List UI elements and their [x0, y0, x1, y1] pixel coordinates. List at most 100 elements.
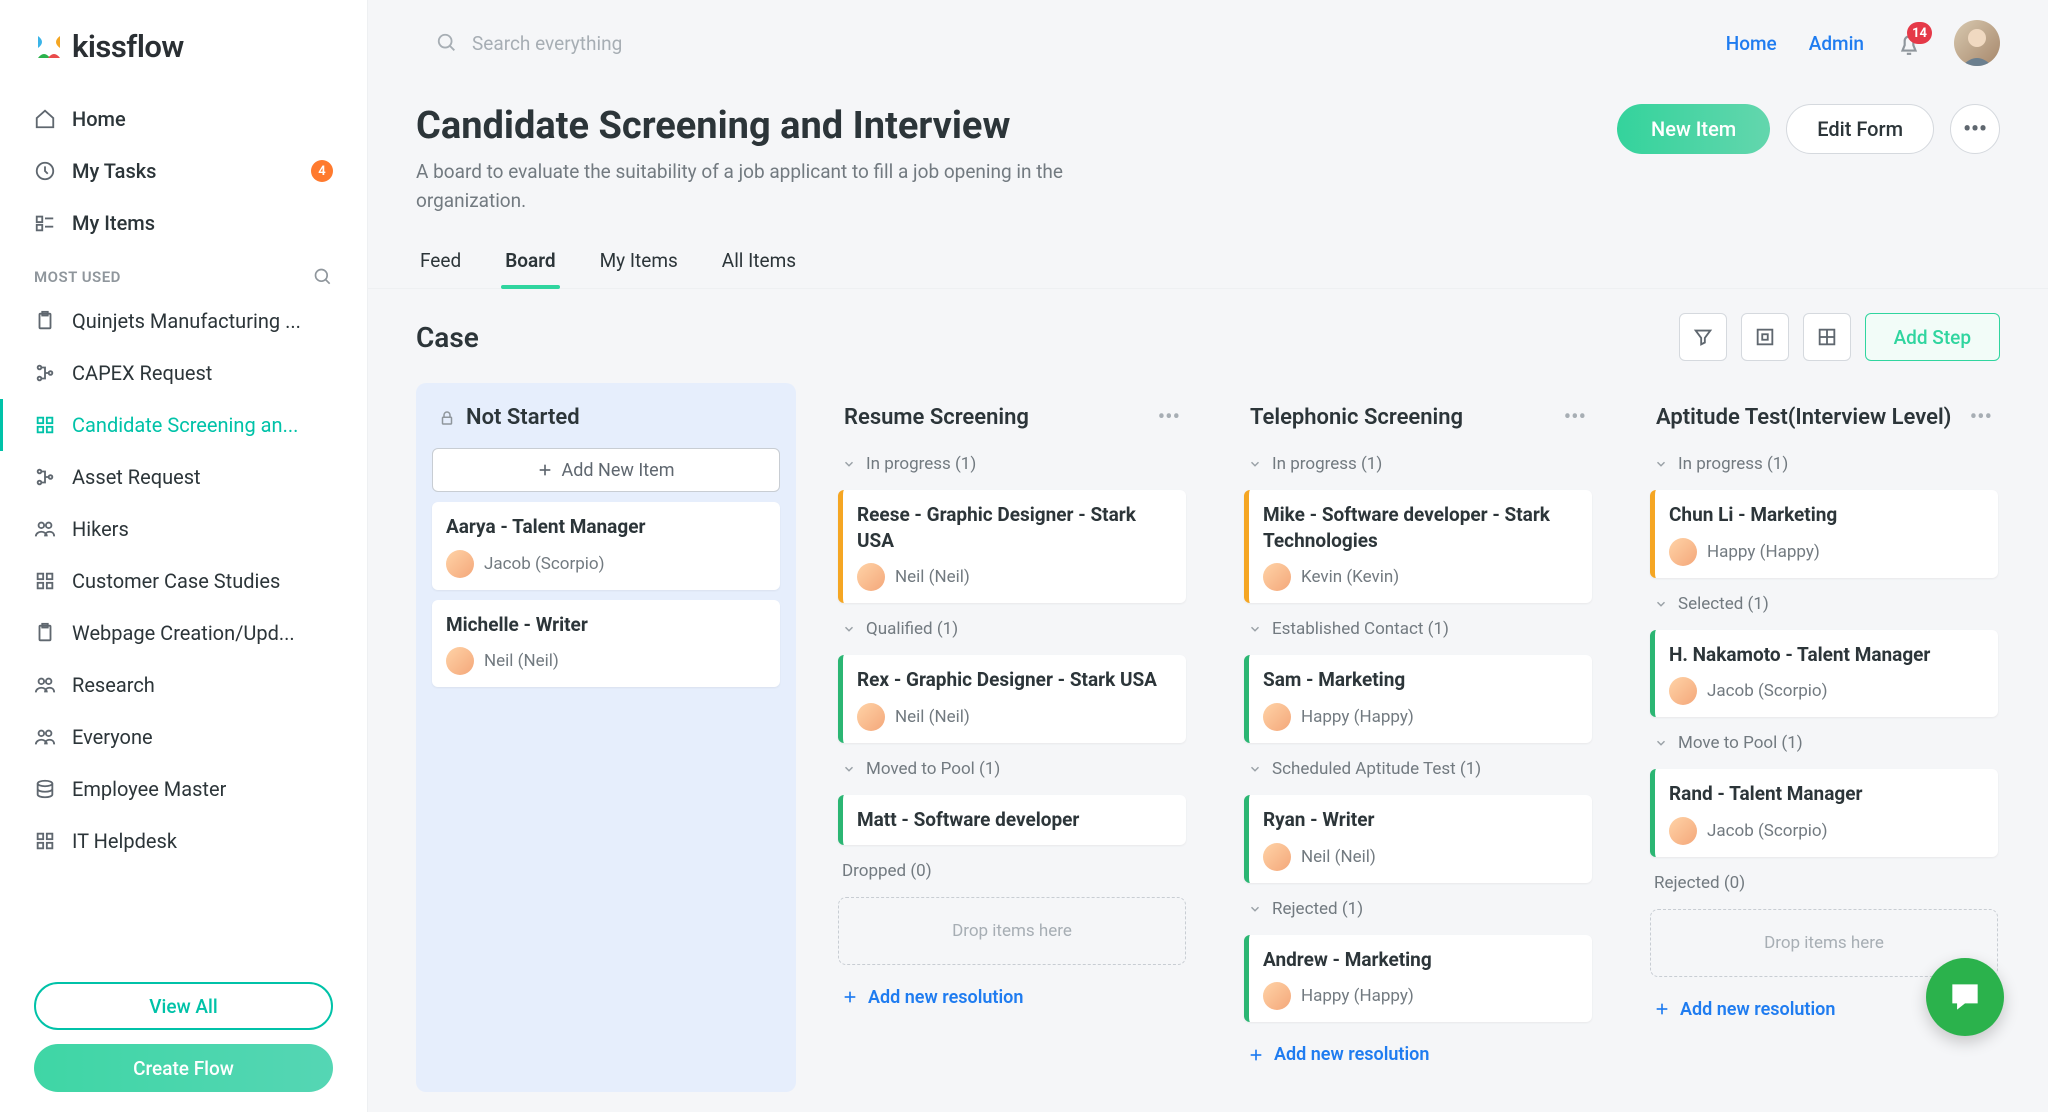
search-box[interactable]: [416, 18, 1206, 68]
assignee-name: Neil (Neil): [1301, 847, 1376, 867]
board-card[interactable]: Michelle - Writer Neil (Neil): [432, 600, 780, 688]
chevron-down-icon: [1248, 457, 1262, 471]
app-icon: [34, 518, 56, 540]
app-icon: [34, 622, 56, 644]
top-link-admin[interactable]: Admin: [1809, 32, 1864, 55]
notifications-button[interactable]: 14: [1896, 30, 1922, 56]
group-header[interactable]: Selected (1): [1650, 588, 1998, 620]
edit-form-button[interactable]: Edit Form: [1786, 104, 1934, 154]
column-menu[interactable]: •••: [1158, 405, 1180, 430]
sidebar-item[interactable]: Hikers: [0, 503, 367, 555]
add-resolution-button[interactable]: Add new resolution: [838, 981, 1186, 1014]
chevron-down-icon: [1248, 762, 1262, 776]
board-card[interactable]: Rand - Talent Manager Jacob (Scorpio): [1650, 769, 1998, 857]
sidebar-item[interactable]: Quinjets Manufacturing ...: [0, 295, 367, 347]
card-title: Andrew - Marketing: [1263, 947, 1578, 973]
sidebar-item[interactable]: Everyone: [0, 711, 367, 763]
assignee-name: Neil (Neil): [895, 707, 970, 727]
assignee-avatar: [1263, 563, 1291, 591]
assignee-name: Jacob (Scorpio): [1707, 821, 1828, 841]
chevron-down-icon: [1654, 457, 1668, 471]
board-card[interactable]: Aarya - Talent Manager Jacob (Scorpio): [432, 502, 780, 590]
assignee-avatar: [857, 563, 885, 591]
tab-feed[interactable]: Feed: [416, 239, 465, 288]
new-item-button[interactable]: New Item: [1617, 104, 1770, 154]
drop-zone[interactable]: Drop items here: [838, 897, 1186, 965]
sidebar-item[interactable]: Webpage Creation/Upd...: [0, 607, 367, 659]
chevron-down-icon: [1248, 622, 1262, 636]
more-actions-button[interactable]: •••: [1950, 104, 2000, 154]
app-icon: [34, 830, 56, 852]
board-card[interactable]: Reese - Graphic Designer - Stark USA Nei…: [838, 490, 1186, 603]
group-header[interactable]: Move to Pool (1): [1650, 727, 1998, 759]
nav-item-my-items[interactable]: My Items: [0, 197, 367, 249]
user-avatar[interactable]: [1954, 20, 2000, 66]
chat-icon: [1946, 978, 1984, 1016]
main-content: Home Admin 14 Candidate Screening and In…: [368, 0, 2048, 1112]
nav-item-my-tasks[interactable]: My Tasks 4: [0, 145, 367, 197]
sidebar-item[interactable]: Asset Request: [0, 451, 367, 503]
sidebar-item[interactable]: Candidate Screening an...: [0, 399, 367, 451]
group-header[interactable]: In progress (1): [1650, 448, 1998, 480]
brand-logo[interactable]: kissflow: [0, 18, 367, 93]
plus-icon: [537, 462, 553, 478]
assignee-name: Jacob (Scorpio): [484, 554, 605, 574]
column-menu[interactable]: •••: [1970, 405, 1992, 430]
fullscreen-button[interactable]: [1741, 313, 1789, 361]
group-header[interactable]: In progress (1): [838, 448, 1186, 480]
sidebar-item[interactable]: Research: [0, 659, 367, 711]
search-input[interactable]: [472, 32, 1186, 55]
board-card[interactable]: Rex - Graphic Designer - Stark USA Neil …: [838, 655, 1186, 743]
plus-icon: [1248, 1047, 1264, 1063]
sidebar: kissflow Home My Tasks 4 My Items MOST U…: [0, 0, 368, 1112]
top-link-home[interactable]: Home: [1726, 32, 1777, 55]
sidebar-item[interactable]: IT Helpdesk: [0, 815, 367, 867]
search-icon: [436, 32, 458, 54]
group-header[interactable]: Qualified (1): [838, 613, 1186, 645]
tab-all-items[interactable]: All Items: [718, 239, 800, 288]
nav-item-home[interactable]: Home: [0, 93, 367, 145]
assignee-name: Happy (Happy): [1301, 707, 1414, 727]
board-column: Not Started Add New Item Aarya - Talent …: [416, 383, 796, 1092]
filter-button[interactable]: [1679, 313, 1727, 361]
fullscreen-icon: [1754, 326, 1776, 348]
tab-my-items[interactable]: My Items: [596, 239, 682, 288]
group-header[interactable]: Established Contact (1): [1244, 613, 1592, 645]
board-card[interactable]: Andrew - Marketing Happy (Happy): [1244, 935, 1592, 1023]
column-title: Aptitude Test(Interview Level): [1656, 405, 1951, 430]
search-icon[interactable]: [313, 267, 333, 287]
assignee-avatar: [857, 703, 885, 731]
column-title: Telephonic Screening: [1250, 405, 1463, 430]
add-resolution-button[interactable]: Add new resolution: [1244, 1038, 1592, 1071]
group-header[interactable]: In progress (1): [1244, 448, 1592, 480]
group-header[interactable]: Moved to Pool (1): [838, 753, 1186, 785]
board-card[interactable]: Mike - Software developer - Stark Techno…: [1244, 490, 1592, 603]
brand-name: kissflow: [72, 28, 184, 65]
assignee-avatar: [1669, 677, 1697, 705]
sidebar-item[interactable]: CAPEX Request: [0, 347, 367, 399]
assignee-avatar: [1263, 843, 1291, 871]
sidebar-item[interactable]: Customer Case Studies: [0, 555, 367, 607]
group-header[interactable]: Rejected (1): [1244, 893, 1592, 925]
sidebar-item[interactable]: Employee Master: [0, 763, 367, 815]
group-header[interactable]: Scheduled Aptitude Test (1): [1244, 753, 1592, 785]
nav-icon: [34, 212, 56, 234]
board-card[interactable]: Sam - Marketing Happy (Happy): [1244, 655, 1592, 743]
board-card[interactable]: Chun Li - Marketing Happy (Happy): [1650, 490, 1998, 578]
plus-icon: [1654, 1001, 1670, 1017]
column-menu[interactable]: •••: [1564, 405, 1586, 430]
board-card[interactable]: Matt - Software developer: [838, 795, 1186, 845]
add-step-button[interactable]: Add Step: [1865, 313, 2000, 361]
sidebar-item-label: Employee Master: [72, 777, 226, 801]
dots-icon: •••: [1963, 117, 1987, 142]
card-title: Rand - Talent Manager: [1669, 781, 1984, 807]
tab-board[interactable]: Board: [501, 239, 559, 288]
board-card[interactable]: Ryan - Writer Neil (Neil): [1244, 795, 1592, 883]
add-new-item-button[interactable]: Add New Item: [432, 448, 780, 492]
card-title: Reese - Graphic Designer - Stark USA: [857, 502, 1172, 553]
chat-fab[interactable]: [1926, 958, 2004, 1036]
board-card[interactable]: H. Nakamoto - Talent Manager Jacob (Scor…: [1650, 630, 1998, 718]
view-all-button[interactable]: View All: [34, 982, 333, 1030]
table-view-button[interactable]: [1803, 313, 1851, 361]
create-flow-button[interactable]: Create Flow: [34, 1044, 333, 1092]
